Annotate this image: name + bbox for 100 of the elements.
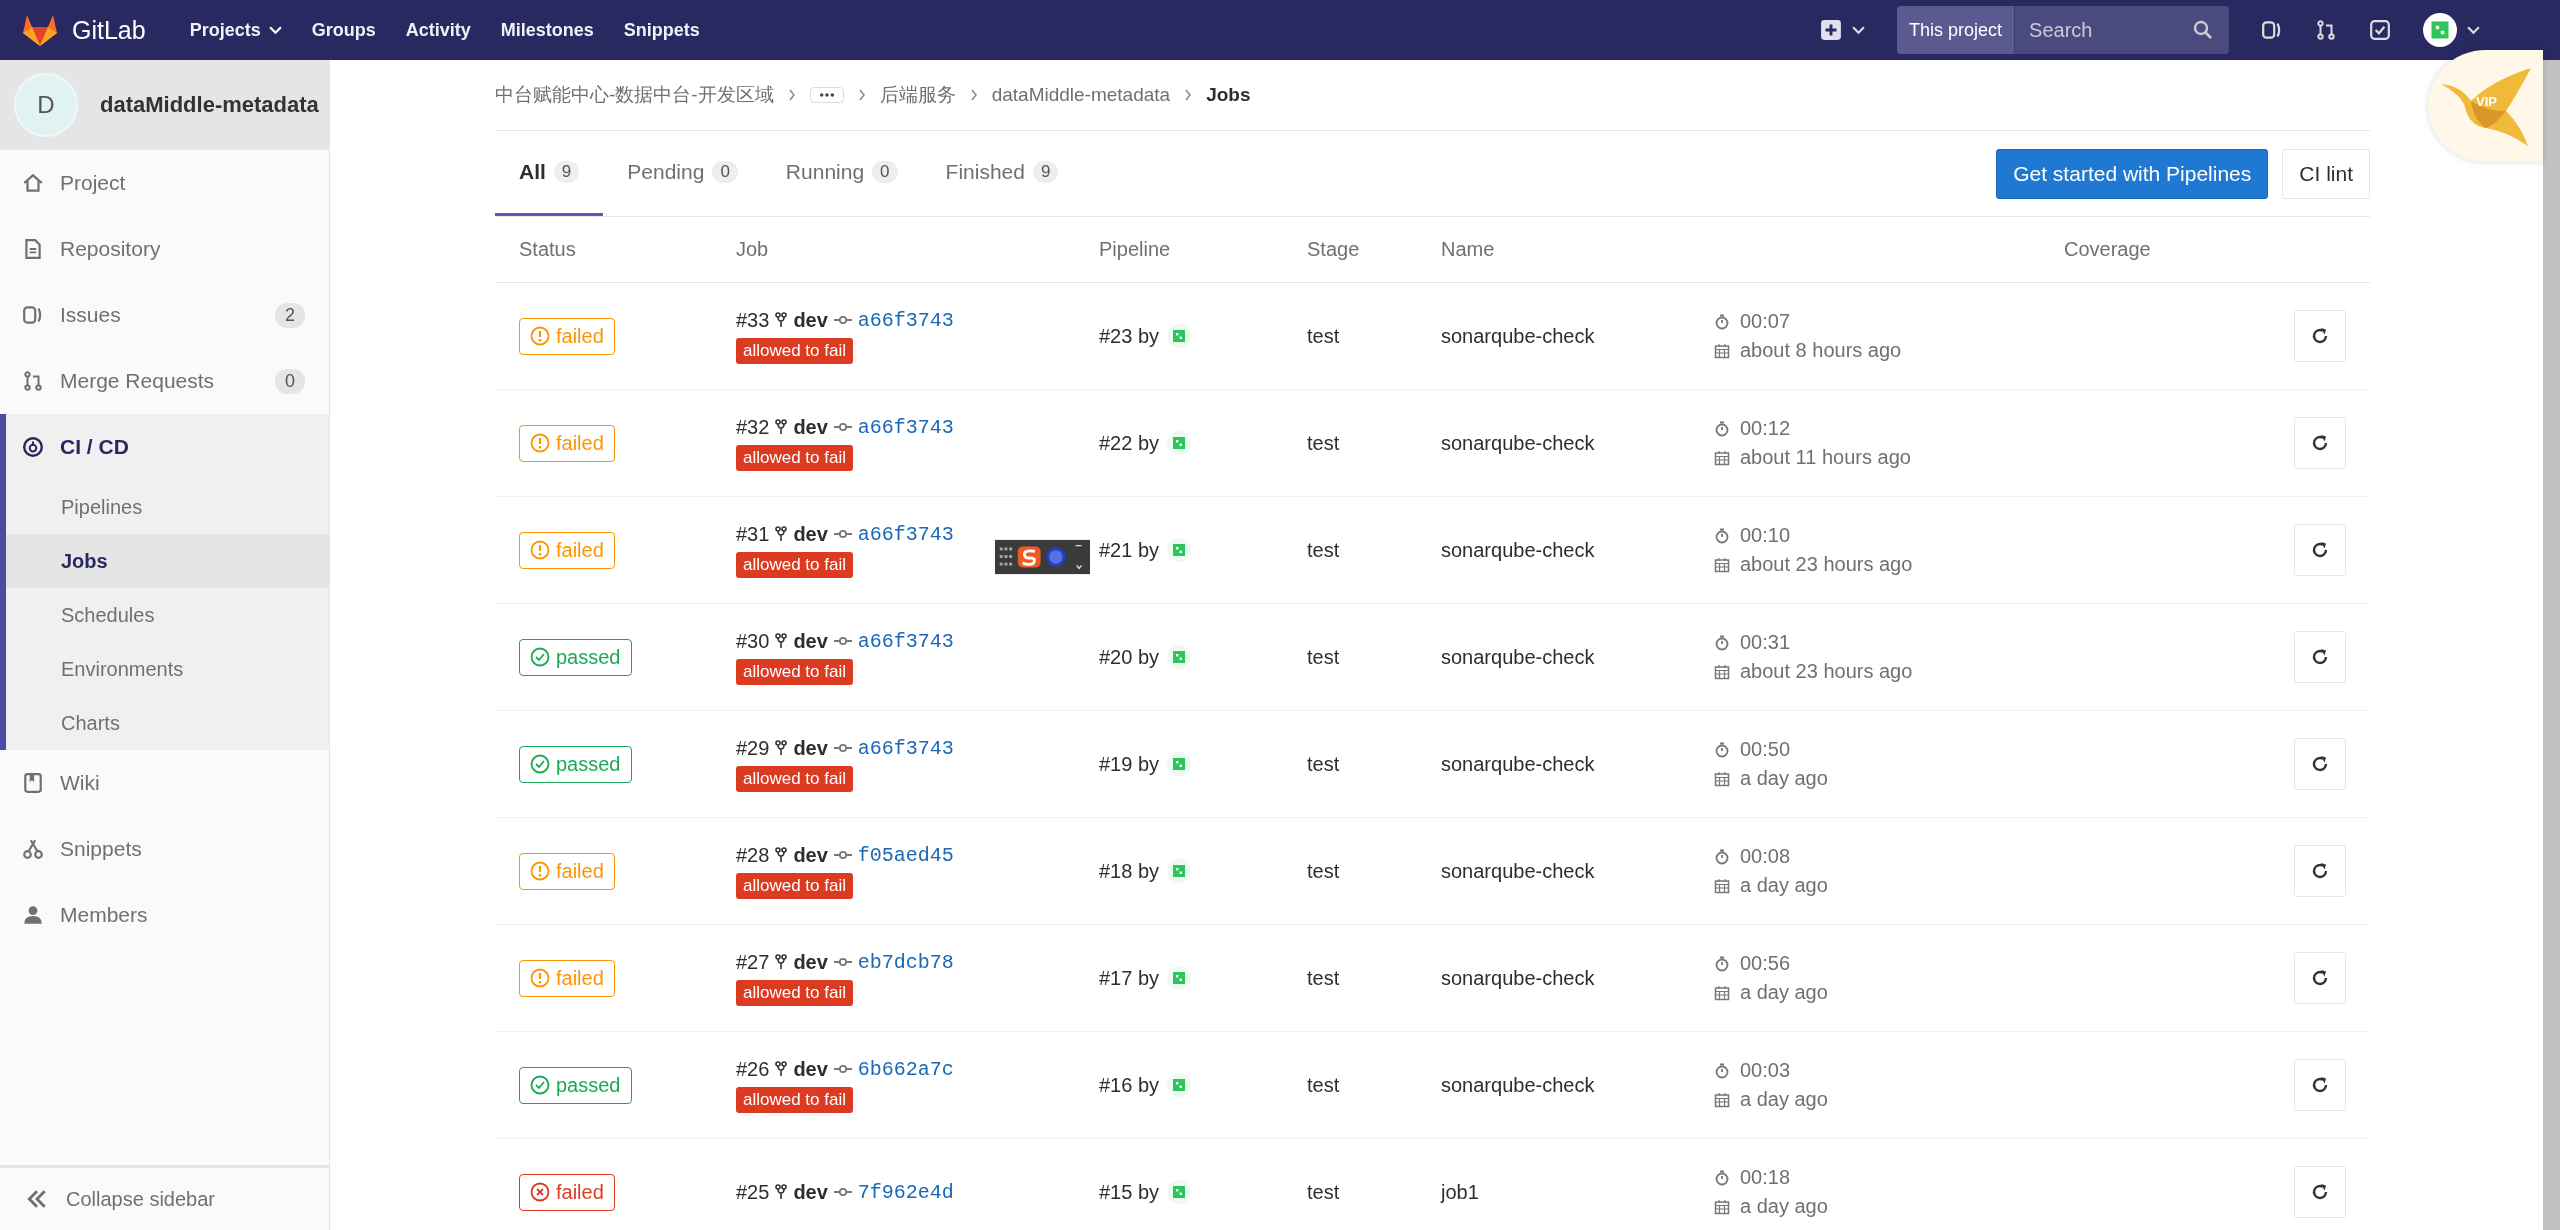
sidebar-item[interactable]: Project: [0, 150, 329, 216]
tab[interactable]: Pending 0: [603, 131, 762, 216]
nav-link[interactable]: Milestones: [500, 19, 594, 41]
ci-lint-button[interactable]: CI lint: [2282, 148, 2370, 199]
job-link[interactable]: #29: [736, 736, 770, 760]
tab[interactable]: All 9: [495, 131, 604, 216]
merge-request-icon[interactable]: [2315, 19, 2337, 41]
sidebar-subitem[interactable]: Pipelines: [6, 480, 329, 534]
commit-link[interactable]: a66f3743: [857, 308, 954, 332]
breadcrumb-link[interactable]: 中台赋能中心-数据中台-开发区域: [495, 82, 774, 108]
retry-button[interactable]: [2294, 1166, 2346, 1218]
pipeline-link[interactable]: #15 by: [1099, 1180, 1160, 1204]
duration-text: 00:56: [1740, 952, 1791, 975]
search-field[interactable]: This project Search: [1897, 6, 2229, 54]
check-circle-icon: [530, 754, 550, 774]
tab[interactable]: Finished 9: [921, 131, 1083, 216]
plus-icon[interactable]: [1820, 19, 1842, 41]
fox-logo-icon[interactable]: [22, 13, 58, 47]
retry-button[interactable]: [2294, 845, 2346, 897]
pipeline-link[interactable]: #23 by: [1099, 324, 1160, 348]
user-avatar[interactable]: [2423, 13, 2457, 47]
sidebar-item[interactable]: Wiki: [0, 750, 329, 816]
retry-button[interactable]: [2294, 524, 2346, 576]
breadcrumb-link[interactable]: 后端服务: [879, 82, 956, 108]
sidebar-subitem[interactable]: Environments: [6, 642, 329, 696]
nav-link[interactable]: Snippets: [623, 19, 700, 41]
job-link[interactable]: #27: [736, 950, 770, 974]
retry-button[interactable]: [2294, 631, 2346, 683]
sidebar-item[interactable]: Members: [0, 882, 329, 948]
gitlab-wordmark[interactable]: GitLab: [72, 15, 146, 45]
commit-link[interactable]: a66f3743: [857, 522, 954, 546]
user-icon: [22, 904, 44, 926]
commit-link[interactable]: a66f3743: [857, 629, 954, 653]
retry-button[interactable]: [2294, 310, 2346, 362]
job-link[interactable]: #26: [736, 1057, 770, 1081]
commit-link[interactable]: a66f3743: [857, 415, 954, 439]
sidebar-subitem[interactable]: Schedules: [6, 588, 329, 642]
get-started-button[interactable]: Get started with Pipelines: [1996, 148, 2269, 199]
more-button[interactable]: [809, 87, 844, 103]
tab[interactable]: Running 0: [761, 131, 922, 216]
retry-icon: [2310, 647, 2330, 667]
nav-link[interactable]: Groups: [311, 19, 376, 41]
job-link[interactable]: #33: [736, 308, 770, 332]
job-link[interactable]: #28: [736, 843, 770, 867]
sidebar-item[interactable]: Snippets: [0, 816, 329, 882]
branch-icon: [775, 954, 788, 970]
project-header[interactable]: D dataMiddle-metadata: [0, 60, 329, 150]
branch-link[interactable]: dev: [793, 629, 828, 653]
branch-link[interactable]: dev: [793, 308, 828, 332]
status-badge[interactable]: failed: [519, 1173, 615, 1211]
sidebar-item[interactable]: CI / CD: [6, 414, 329, 480]
commit-link[interactable]: f05aed45: [857, 843, 954, 867]
caret-icon[interactable]: [1852, 25, 1865, 35]
caret-icon[interactable]: [2467, 25, 2480, 35]
ime-toolbar-drawing[interactable]: [995, 539, 1090, 575]
retry-button[interactable]: [2294, 1059, 2346, 1111]
commit-link[interactable]: a66f3743: [857, 736, 954, 760]
todo-icon[interactable]: [2369, 19, 2391, 41]
pipeline-link[interactable]: #19 by: [1099, 752, 1160, 776]
job-link[interactable]: #30: [736, 629, 770, 653]
stopwatch-icon: [1714, 313, 1730, 330]
sidebar-item[interactable]: Issues 2: [0, 282, 329, 348]
nav-link[interactable]: Projects: [189, 19, 282, 41]
retry-icon: [2310, 326, 2330, 346]
scrollbar[interactable]: [2543, 60, 2560, 1230]
sidebar-subitem[interactable]: Jobs: [6, 534, 329, 588]
duration-text: 00:12: [1740, 417, 1791, 440]
retry-button[interactable]: [2294, 952, 2346, 1004]
job-link[interactable]: #25: [736, 1180, 770, 1204]
sidebar-item[interactable]: Repository: [0, 216, 329, 282]
collapse-sidebar-button[interactable]: Collapse sidebar: [0, 1165, 329, 1230]
branch-link[interactable]: dev: [793, 1180, 828, 1204]
issues-icon[interactable]: [2261, 19, 2283, 41]
pipeline-link[interactable]: #16 by: [1099, 1073, 1160, 1097]
pipeline-link[interactable]: #22 by: [1099, 431, 1160, 455]
branch-link[interactable]: dev: [793, 843, 828, 867]
finished-time: a day ago: [1740, 981, 1828, 1004]
sidebar-item[interactable]: Merge Requests 0: [0, 348, 329, 414]
branch-link[interactable]: dev: [793, 736, 828, 760]
pipeline-link[interactable]: #20 by: [1099, 645, 1160, 669]
commit-link[interactable]: 6b662a7c: [857, 1057, 954, 1081]
retry-button[interactable]: [2294, 417, 2346, 469]
warning-circle-icon: [530, 968, 550, 988]
sidebar-subitem[interactable]: Charts: [6, 696, 329, 750]
pipeline-link[interactable]: #17 by: [1099, 966, 1160, 990]
branch-link[interactable]: dev: [793, 1057, 828, 1081]
job-link[interactable]: #31: [736, 522, 770, 546]
branch-link[interactable]: dev: [793, 415, 828, 439]
commit-link[interactable]: eb7dcb78: [857, 950, 954, 974]
job-link[interactable]: #32: [736, 415, 770, 439]
allowed-to-fail-badge: allowed to fail: [736, 1086, 853, 1113]
commit-link[interactable]: 7f962e4d: [857, 1180, 954, 1204]
branch-link[interactable]: dev: [793, 522, 828, 546]
nav-link[interactable]: Activity: [405, 19, 471, 41]
search-scope[interactable]: This project: [1897, 6, 2016, 54]
retry-button[interactable]: [2294, 738, 2346, 790]
breadcrumb-link[interactable]: dataMiddle-metadata: [991, 84, 1171, 106]
pipeline-link[interactable]: #18 by: [1099, 859, 1160, 883]
pipeline-link[interactable]: #21 by: [1099, 538, 1160, 562]
branch-link[interactable]: dev: [793, 950, 828, 974]
